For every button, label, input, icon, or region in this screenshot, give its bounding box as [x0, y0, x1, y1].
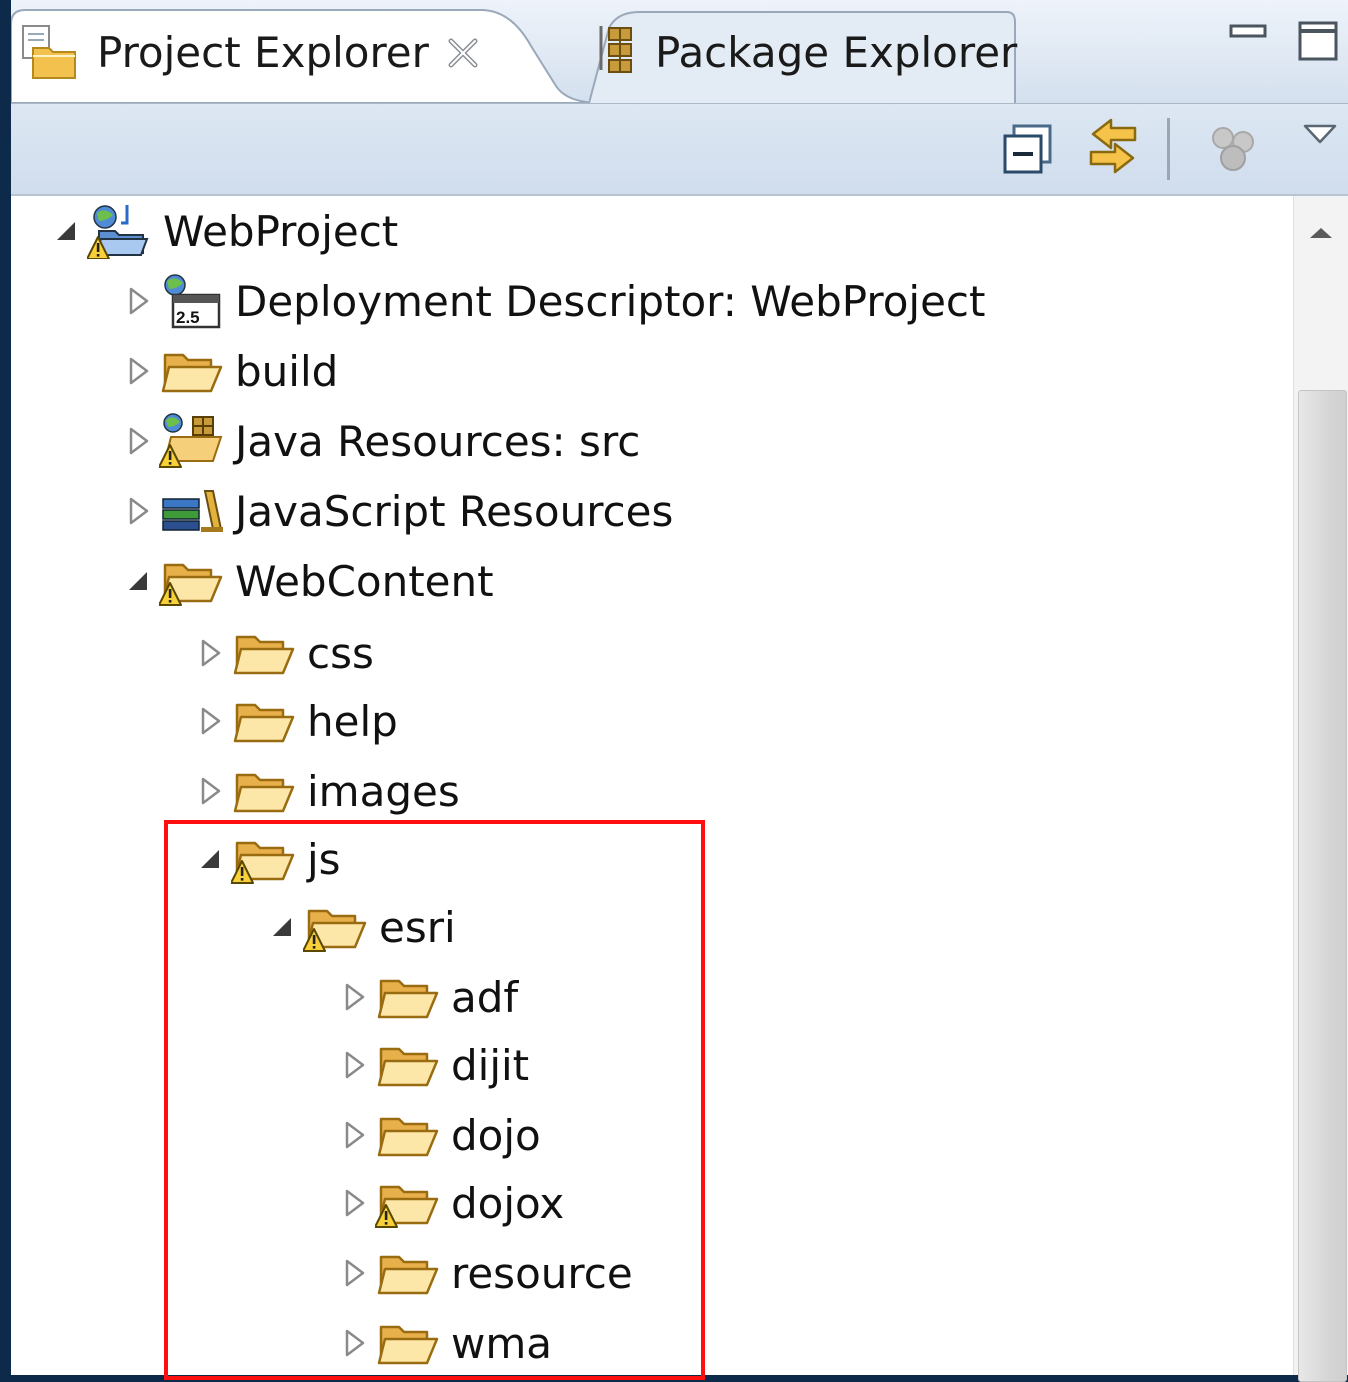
tree-item-label: dijit	[451, 1040, 530, 1090]
collapsed-arrow-icon[interactable]	[121, 494, 155, 528]
folder-icon	[159, 343, 225, 399]
warning-folder-icon	[374, 1175, 441, 1231]
tree-item-label: css	[307, 628, 374, 678]
collapsed-arrow-icon[interactable]	[337, 1256, 371, 1290]
tree-item-label: build	[235, 346, 339, 396]
collapsed-arrow-icon[interactable]	[193, 774, 227, 808]
tree-item-wma[interactable]: wma	[337, 1308, 552, 1378]
minimize-icon[interactable]	[1229, 22, 1269, 46]
tree-item-label: wma	[451, 1318, 553, 1368]
warning-folder-icon	[230, 831, 297, 887]
vertical-scrollbar[interactable]	[1293, 196, 1348, 1382]
folder-icon	[231, 693, 297, 749]
tree-item-label: JavaScript Resources	[235, 486, 674, 536]
collapsed-arrow-icon[interactable]	[193, 704, 227, 738]
scrollbar-thumb[interactable]	[1298, 390, 1347, 1382]
collapsed-arrow-icon[interactable]	[121, 424, 155, 458]
deployment-descriptor-icon: 2.5	[159, 273, 225, 329]
tree-item-label: Deployment Descriptor: WebProject	[235, 276, 986, 326]
project-tree: WebProject 2.5 Deployment Descriptor: WebP…	[11, 196, 1293, 1375]
tree-item-label: dojox	[451, 1178, 565, 1228]
javascript-resources-icon	[159, 483, 225, 539]
tab-bar: Project Explorer Package Explorer	[11, 0, 1348, 104]
folder-icon	[375, 1037, 441, 1093]
web-project-icon	[86, 203, 153, 260]
tree-item-javascript-resources[interactable]: JavaScript Resources	[121, 476, 673, 546]
project-explorer-icon	[22, 25, 76, 79]
folder-icon	[375, 1107, 441, 1163]
folder-icon	[231, 625, 297, 681]
link-with-editor-icon[interactable]	[1083, 116, 1143, 176]
package-explorer-icon	[599, 26, 632, 73]
collapsed-arrow-icon[interactable]	[337, 1048, 371, 1082]
tree-item-label: WebProject	[163, 206, 399, 256]
tree-item-label: Java Resources: src	[235, 416, 641, 466]
collapsed-arrow-icon[interactable]	[193, 636, 227, 670]
tree-item-label: js	[307, 834, 341, 884]
tree-item-build[interactable]: build	[121, 336, 338, 406]
tree-item-webproject[interactable]: WebProject	[49, 196, 398, 266]
tree-item-dijit[interactable]: dijit	[337, 1030, 529, 1100]
tree-item-label: adf	[451, 972, 519, 1022]
tab-package-explorer-label: Package Explorer	[655, 28, 1018, 77]
svg-text:2.5: 2.5	[176, 308, 200, 327]
collapsed-arrow-icon[interactable]	[121, 284, 155, 318]
folder-icon	[375, 969, 441, 1025]
tree-item-java-resources-src[interactable]: Java Resources: src	[121, 406, 640, 476]
tab-project-explorer[interactable]: Project Explorer	[11, 4, 551, 103]
view-toolbar	[11, 104, 1348, 196]
collapse-all-icon[interactable]	[1002, 124, 1054, 176]
maximize-icon[interactable]	[1297, 20, 1341, 64]
folder-icon	[375, 1245, 441, 1301]
java-resources-icon	[158, 413, 225, 469]
tree-item-js[interactable]: js	[193, 824, 341, 894]
tree-item-label: esri	[379, 902, 456, 952]
collapsed-arrow-icon[interactable]	[337, 1326, 371, 1360]
toolbar-separator	[1167, 118, 1170, 180]
tree-item-adf[interactable]: adf	[337, 962, 518, 1032]
view-menu-icon[interactable]	[1301, 120, 1341, 150]
expanded-arrow-icon[interactable]	[265, 910, 299, 944]
tab-project-explorer-label: Project Explorer	[97, 28, 429, 77]
folder-icon	[231, 763, 297, 819]
tree-item-label: resource	[451, 1248, 633, 1298]
folder-icon	[375, 1315, 441, 1371]
tree-item-css[interactable]: css	[193, 618, 374, 688]
warning-folder-icon	[158, 553, 225, 609]
collapsed-arrow-icon[interactable]	[337, 1118, 371, 1152]
tree-item-images[interactable]: images	[193, 756, 460, 826]
tree-item-esri[interactable]: esri	[265, 892, 456, 962]
tree-item-dojo[interactable]: dojo	[337, 1100, 541, 1170]
project-explorer-view: Project Explorer Package Explorer WebPro…	[11, 0, 1348, 1382]
tree-item-dojox[interactable]: dojox	[337, 1168, 564, 1238]
tree-item-label: dojo	[451, 1110, 541, 1160]
warning-folder-icon	[302, 899, 369, 955]
expanded-arrow-icon[interactable]	[193, 842, 227, 876]
expanded-arrow-icon[interactable]	[121, 564, 155, 598]
expanded-arrow-icon[interactable]	[49, 214, 83, 248]
collapsed-arrow-icon[interactable]	[121, 354, 155, 388]
tree-item-label: WebContent	[235, 556, 494, 606]
collapsed-arrow-icon[interactable]	[337, 980, 371, 1014]
close-tab-icon[interactable]	[446, 36, 480, 70]
tree-item-label: images	[307, 766, 460, 816]
tree-item-deployment-descriptor-webproject[interactable]: 2.5 Deployment Descriptor: WebProject	[121, 266, 985, 336]
tree-item-help[interactable]: help	[193, 686, 398, 756]
tree-item-label: help	[307, 696, 398, 746]
scroll-up-arrow-icon[interactable]	[1306, 224, 1336, 244]
tab-package-explorer[interactable]: Package Explorer	[589, 8, 1017, 103]
tree-item-webcontent[interactable]: WebContent	[121, 546, 494, 616]
filter-icon[interactable]	[1207, 122, 1263, 178]
collapsed-arrow-icon[interactable]	[337, 1186, 371, 1220]
tree-item-resource[interactable]: resource	[337, 1238, 633, 1308]
